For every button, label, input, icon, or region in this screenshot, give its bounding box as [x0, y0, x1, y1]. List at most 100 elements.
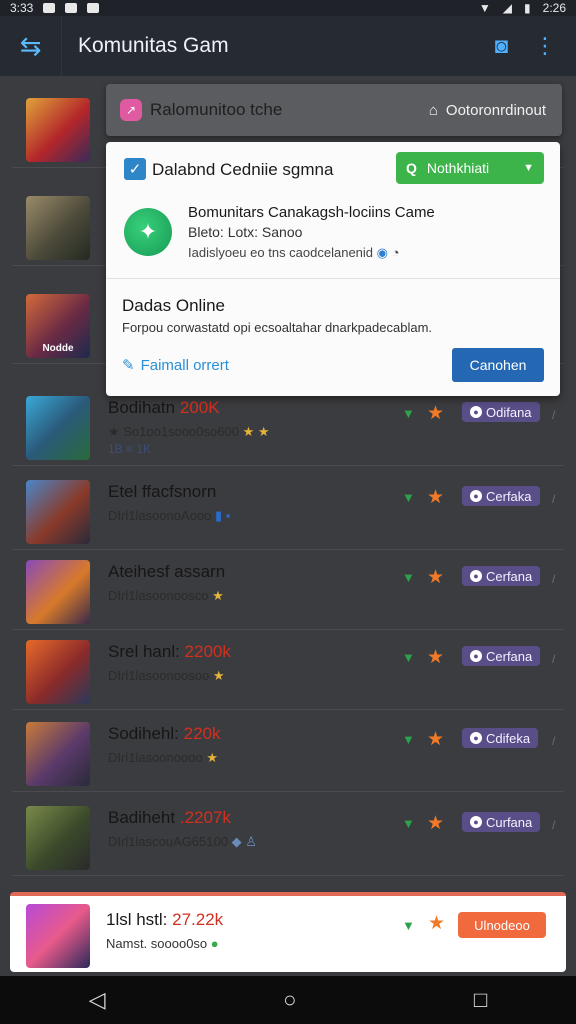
badge-icon: ● — [470, 732, 482, 744]
chevron-icon: / — [552, 572, 556, 586]
status-badge[interactable]: ● Cerfaka — [462, 486, 540, 506]
chevron-icon: / — [552, 652, 556, 666]
recents-nav-icon[interactable]: □ — [474, 987, 487, 1013]
game-name: Etel ffacfsnorn — [108, 482, 217, 501]
back-nav-icon[interactable]: ◁ — [89, 987, 106, 1013]
pencil-icon: ✎ — [122, 357, 135, 374]
game-thumbnail — [26, 98, 90, 162]
game-extra: 1B ≡ 1K — [108, 442, 152, 456]
chevron-down-icon: ▼ — [523, 162, 534, 174]
game-stats: DIrl1lascouAG65100 ◆ ♙ — [108, 834, 257, 849]
section-title: Dadas Online — [122, 296, 226, 315]
status-badge[interactable]: ● Cerfana — [462, 646, 541, 666]
chevron-icon: / — [552, 408, 556, 422]
app-bar: ⇆ Komunitas Gam ◙ ⋮ — [0, 16, 576, 76]
game-name: Sodihehl: 220k — [108, 724, 221, 743]
notification-button-label: Nothkhiati — [426, 160, 490, 176]
star-icon[interactable]: ★ — [428, 912, 445, 935]
status-left-text: 3:33 — [10, 1, 34, 15]
status-badge[interactable]: ● Cdifeka — [462, 728, 539, 748]
game-thumbnail — [26, 904, 90, 968]
game-thumbnail — [26, 722, 90, 786]
list-item[interactable]: Badiheht .2207k DIrl1lascouAG65100 ◆ ♙ ▼… — [12, 796, 564, 876]
notification-icon — [87, 3, 100, 13]
search-icon: Q — [406, 160, 417, 176]
game-stats: ★ So1oo1sooo0so600 ★ ★ — [108, 424, 270, 439]
trend-icon: ▼ — [402, 816, 415, 831]
list-item[interactable]: Etel ffacfsnorn DIrl1lasoonoAooo ▮ ▪ ▼ ★… — [12, 470, 564, 550]
badge-icon: ● — [470, 650, 482, 662]
popup-header: ↗ Ralomunitoo tche ⌂ Ootoronrdinout — [106, 84, 562, 136]
popup-header-action[interactable]: ⌂ Ootoronrdinout — [429, 102, 546, 119]
game-thumbnail — [26, 480, 90, 544]
status-time: 2:26 — [542, 1, 566, 15]
star-icon[interactable]: ★ — [427, 402, 444, 425]
game-name: Srel hanl: 2200k — [108, 642, 231, 661]
trend-icon: ▼ — [402, 570, 415, 585]
list-item[interactable]: Bodihatn 200K ★ So1oo1sooo0so600 ★ ★ 1B … — [12, 386, 564, 466]
game-thumbnail — [26, 640, 90, 704]
badge-icon: ● — [470, 406, 482, 418]
thumbnail-label: Nodde — [42, 343, 74, 354]
confirm-button[interactable]: Canohen — [452, 348, 544, 382]
star-icon[interactable]: ★ — [427, 566, 444, 589]
checkbox-label: Dalabnd Cedniie sgmna — [152, 160, 334, 179]
menu-arrows-icon[interactable]: ⇆ — [0, 16, 62, 76]
list-item[interactable]: Srel hanl: 2200k DIrl1lasoonoosoo ★ ▼ ★ … — [12, 630, 564, 710]
game-name: Badiheht .2207k — [108, 808, 231, 827]
game-stats: Namst. soooo0so ● — [106, 936, 219, 951]
home-nav-icon[interactable]: ○ — [283, 987, 296, 1013]
badge-icon: ● — [470, 816, 482, 828]
home-icon: ⌂ — [428, 101, 438, 119]
notification-icon — [65, 3, 78, 13]
status-badge[interactable]: ● Curfana — [462, 812, 541, 832]
game-description: Iadislyoeu eo tns caodcelanenid ◉ ◔ — [188, 245, 400, 260]
game-name: Bodihatn 200K — [108, 398, 220, 417]
divider — [106, 278, 560, 279]
chat-icon[interactable]: ◙ — [495, 33, 508, 59]
section-description: Forpou corwastatd opi ecsoaltahar dnarkp… — [122, 320, 433, 335]
more-vert-icon[interactable]: ⋮ — [534, 33, 556, 59]
notification-button[interactable]: Q Nothkhiati ▼ — [396, 152, 544, 184]
notification-icon — [43, 3, 56, 13]
chevron-icon: / — [552, 818, 556, 832]
game-name: 1lsl hstl: 27.22k — [106, 910, 224, 929]
checkbox[interactable]: ✓ — [124, 158, 146, 180]
report-link[interactable]: ✎ Faimall orrert — [122, 356, 229, 375]
badge-icon: ● — [470, 570, 482, 582]
chevron-icon: / — [552, 734, 556, 748]
trend-icon: ▼ — [402, 490, 415, 505]
game-stats: DIrl1lasoonoosco ★ — [108, 588, 224, 603]
game-stats: DIrl1lasoonoooo ★ — [108, 750, 218, 765]
report-link-label: Faimall orrert — [140, 356, 229, 374]
trend-icon: ▼ — [402, 650, 415, 665]
list-item[interactable]: Ateihesf assarn DIrl1lasoonoosco ★ ▼ ★ ●… — [12, 550, 564, 630]
list-item[interactable]: Sodihehl: 220k DIrl1lasoonoooo ★ ▼ ★ ● Cd… — [12, 712, 564, 792]
upgrade-button[interactable]: Ulnodeoo — [458, 912, 546, 938]
status-bar: 3:33 ▼ ◢ ▮ 2:26 — [0, 0, 576, 16]
game-thumbnail — [26, 396, 90, 460]
game-stats: DIrl1lasoonoosoo ★ — [108, 668, 225, 683]
star-icon[interactable]: ★ — [427, 486, 444, 509]
star-icon[interactable]: ★ — [427, 646, 444, 669]
game-name: Ateihesf assarn — [108, 562, 226, 581]
popup-title: Ralomunitoo tche — [150, 100, 283, 119]
system-nav-bar: ◁ ○ □ — [0, 976, 576, 1024]
featured-list-item[interactable]: 1lsl hstl: 27.22k Namst. soooo0so ● ▼ ★ … — [10, 892, 566, 972]
battery-icon: ▮ — [524, 1, 531, 15]
star-icon[interactable]: ★ — [427, 728, 444, 751]
wifi-icon: ▼ — [478, 1, 491, 15]
trend-icon: ▼ — [402, 918, 415, 933]
signal-icon: ◢ — [502, 1, 513, 15]
badge-icon: ● — [470, 490, 482, 502]
status-badge[interactable]: ● Odifana — [462, 402, 540, 422]
trend-icon: ▼ — [402, 732, 415, 747]
star-icon[interactable]: ★ — [427, 812, 444, 835]
game-thumbnail: Nodde — [26, 294, 90, 358]
game-meta: Bleto: Lotx: Sanoo — [188, 224, 303, 240]
trend-icon: ▼ — [402, 406, 415, 421]
popup-header-action-label: Ootoronrdinout — [445, 101, 546, 119]
status-badge[interactable]: ● Cerfana — [462, 566, 541, 586]
game-thumbnail — [26, 560, 90, 624]
game-title: Bomunitars Canakagsh-lociins Came — [188, 204, 435, 221]
